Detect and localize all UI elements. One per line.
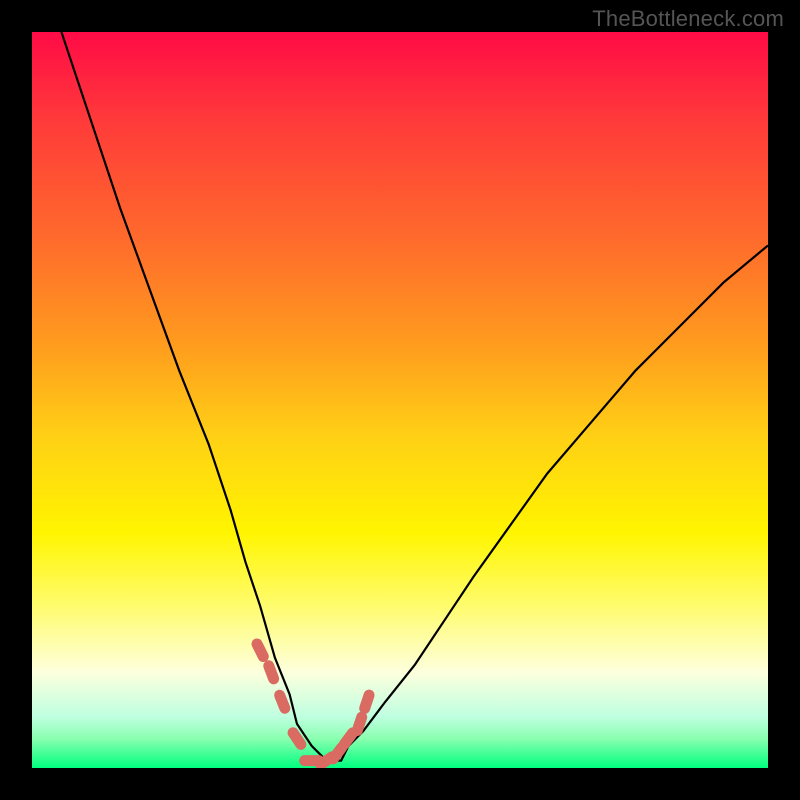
highlight-marker <box>357 717 361 730</box>
bottleneck-curve <box>61 32 768 761</box>
plot-area <box>32 32 768 768</box>
watermark-text: TheBottleneck.com <box>592 6 784 32</box>
highlight-marker <box>293 733 301 745</box>
highlight-marker <box>344 733 352 744</box>
highlight-marker <box>280 695 285 708</box>
highlight-marker <box>365 695 369 708</box>
highlight-marker <box>269 666 274 679</box>
chart-frame: TheBottleneck.com <box>0 0 800 800</box>
highlight-marker <box>257 644 263 657</box>
highlight-marker <box>333 748 341 759</box>
chart-svg <box>32 32 768 768</box>
